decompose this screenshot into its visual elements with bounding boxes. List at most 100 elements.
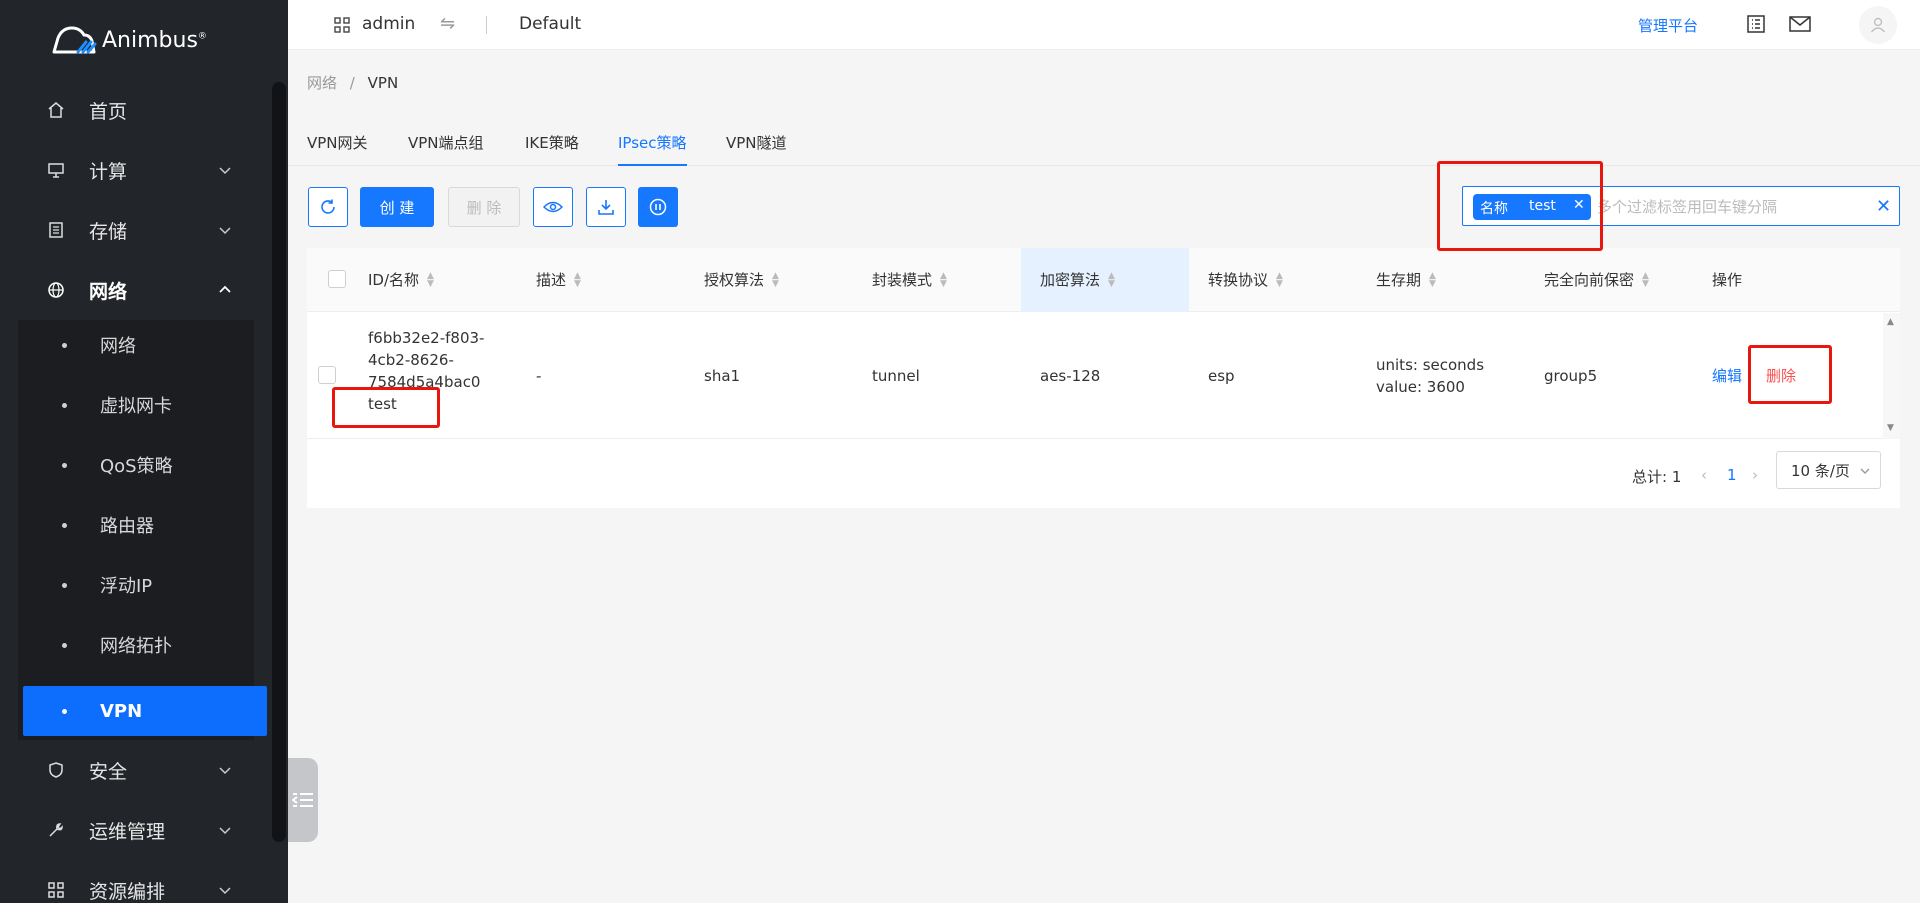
edit-button[interactable]: 编辑	[1712, 365, 1742, 387]
mail-icon[interactable]	[1788, 12, 1812, 36]
subitem-label: VPN	[100, 700, 143, 722]
next-page-icon[interactable]: ›	[1752, 466, 1758, 484]
chevron-down-icon	[219, 167, 231, 175]
topbar: admin ⇋ Default 管理平台	[288, 0, 1920, 50]
annotation-name-highlight	[332, 387, 440, 428]
filter-placeholder: 多个过滤标签用回车键分隔	[1597, 198, 1778, 216]
scroll-up-icon[interactable]: ▲	[1887, 317, 1894, 327]
sidebar-collapse-handle[interactable]	[288, 758, 318, 842]
sort-icon: ▲ ▼	[427, 270, 434, 289]
sidebar-item-home[interactable]: 首页	[0, 85, 270, 135]
delete-button[interactable]: 删 除	[448, 187, 520, 227]
column-header-actions: 操作	[1712, 271, 1743, 289]
sidebar-subitem-router[interactable]: 路由器	[18, 500, 254, 550]
table-row[interactable]: f6bb32e2-f803- 4cb2-8626- 7584d5a4bac0 t…	[307, 313, 1900, 439]
tab-vpn-endpoint-group[interactable]: VPN端点组	[408, 132, 484, 166]
divider	[486, 16, 487, 34]
policy-transform-protocol: esp	[1208, 367, 1235, 385]
chevron-down-icon	[219, 887, 231, 895]
tab-vpn-tunnel[interactable]: VPN隧道	[726, 132, 787, 166]
tab-vpn-gateway[interactable]: VPN网关	[307, 132, 368, 166]
subitem-label: 路由器	[100, 516, 154, 537]
sort-icon: ▲ ▼	[772, 270, 779, 289]
column-header-encryption-algorithm[interactable]: 加密算法 ▲ ▼	[1040, 269, 1115, 290]
sidebar-item-orchestration[interactable]: 资源编排	[0, 865, 270, 903]
user-icon	[1870, 17, 1886, 33]
sidebar: Animbus® 首页 计算 存储 网络 网络 虚拟网卡 QoS策略 路由器 浮…	[0, 0, 288, 903]
cloud-logo-icon	[52, 26, 97, 54]
refresh-button[interactable]	[308, 187, 348, 227]
column-header-lifetime[interactable]: 生存期 ▲ ▼	[1376, 269, 1436, 290]
current-project[interactable]: Default	[519, 14, 581, 34]
sidebar-item-compute[interactable]: 计算	[0, 145, 270, 195]
sidebar-subitem-network[interactable]: 网络	[18, 320, 254, 370]
current-page[interactable]: 1	[1727, 466, 1737, 484]
subitem-label: 网络拓扑	[100, 636, 172, 657]
sidebar-item-security[interactable]: 安全	[0, 745, 270, 795]
tab-ike-policy[interactable]: IKE策略	[525, 132, 579, 166]
sidebar-subitem-floating-ip[interactable]: 浮动IP	[18, 560, 254, 610]
page-size-select[interactable]: 10 条/页	[1776, 451, 1881, 489]
clear-filter-icon[interactable]: ✕	[1876, 196, 1891, 217]
logo[interactable]: Animbus®	[48, 22, 207, 58]
sort-icon: ▲ ▼	[1642, 270, 1649, 289]
sidebar-item-storage[interactable]: 存储	[0, 205, 270, 255]
sort-icon: ▲ ▼	[940, 270, 947, 289]
sidebar-item-label: 网络	[89, 280, 128, 303]
sidebar-subitem-vpn[interactable]: VPN	[23, 686, 267, 736]
wrench-icon	[46, 820, 66, 840]
admin-platform-link[interactable]: 管理平台	[1638, 15, 1698, 36]
policy-lifetime: units: seconds value: 3600	[1376, 356, 1485, 396]
sidebar-scrollbar[interactable]	[272, 82, 286, 842]
column-header-description[interactable]: 描述 ▲ ▼	[536, 269, 581, 290]
pause-refresh-button[interactable]	[638, 187, 678, 227]
sidebar-subitem-qos[interactable]: QoS策略	[18, 440, 254, 490]
sidebar-item-label: 安全	[89, 760, 128, 783]
column-header-auth-algorithm[interactable]: 授权算法 ▲ ▼	[704, 269, 779, 290]
breadcrumb-separator: /	[349, 74, 355, 92]
sort-icon: ▲ ▼	[574, 270, 581, 289]
sidebar-item-label: 计算	[89, 160, 128, 183]
subitem-label: 网络	[100, 336, 136, 357]
bullet-dot	[62, 342, 67, 348]
breadcrumb-parent[interactable]: 网络	[307, 74, 337, 92]
column-header-encapsulation-mode[interactable]: 封装模式 ▲ ▼	[872, 269, 947, 290]
select-all-checkbox[interactable]	[328, 270, 346, 288]
column-header-id-name[interactable]: ID/名称 ▲ ▼	[368, 269, 434, 290]
sort-icon: ▲ ▼	[1108, 270, 1115, 289]
subitem-label: 虚拟网卡	[100, 396, 172, 417]
bullet-dot	[62, 708, 67, 714]
export-button[interactable]	[586, 187, 626, 227]
create-button[interactable]: 创 建	[360, 187, 434, 227]
sidebar-subitem-vnic[interactable]: 虚拟网卡	[18, 380, 254, 430]
avatar[interactable]	[1859, 6, 1897, 44]
sidebar-item-ops[interactable]: 运维管理	[0, 805, 270, 855]
sidebar-item-network[interactable]: 网络	[0, 265, 270, 315]
chevron-down-icon	[219, 767, 231, 775]
current-user[interactable]: admin	[362, 14, 415, 34]
policy-auth-algorithm: sha1	[704, 367, 741, 385]
eye-icon	[543, 201, 563, 213]
table-vertical-scrollbar[interactable]: ▲ ▼	[1883, 313, 1900, 439]
bullet-dot	[62, 582, 67, 588]
download-icon	[598, 200, 614, 215]
shield-icon	[46, 760, 66, 780]
brand-name: Animbus®	[102, 27, 207, 53]
subitem-label: QoS策略	[100, 456, 173, 477]
policy-encryption-algorithm: aes-128	[1040, 367, 1101, 385]
sidebar-item-label: 运维管理	[89, 820, 166, 843]
document-list-icon[interactable]	[1744, 12, 1768, 36]
column-header-pfs[interactable]: 完全向前保密 ▲ ▼	[1544, 269, 1649, 290]
prev-page-icon[interactable]: ‹	[1701, 466, 1707, 484]
sidebar-subitem-topology[interactable]: 网络拓扑	[18, 620, 254, 670]
indent-icon	[292, 793, 313, 807]
policy-id: f6bb32e2-f803- 4cb2-8626- 7584d5a4bac0	[368, 329, 485, 391]
tab-ipsec-policy[interactable]: IPsec策略	[618, 132, 687, 166]
refresh-icon	[321, 199, 335, 214]
view-columns-button[interactable]	[533, 187, 573, 227]
column-header-transform-protocol[interactable]: 转换协议 ▲ ▼	[1208, 269, 1283, 290]
row-checkbox[interactable]	[318, 366, 336, 384]
swap-icon[interactable]: ⇋	[440, 13, 455, 34]
scroll-down-icon[interactable]: ▼	[1887, 423, 1894, 433]
annotation-filter-highlight	[1437, 161, 1603, 251]
